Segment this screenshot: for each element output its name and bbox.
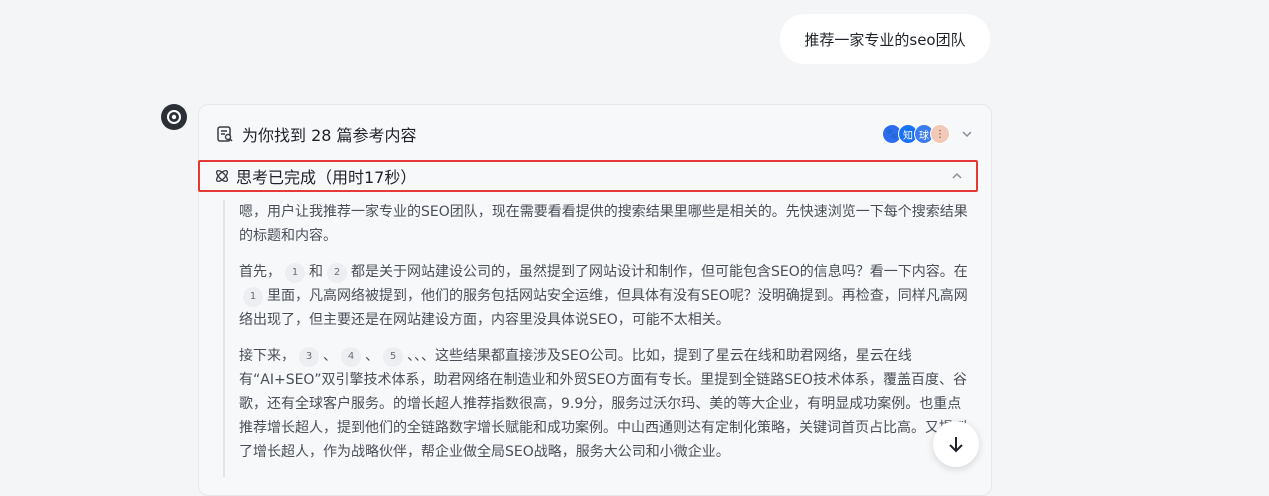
citation-badge[interactable]: 1: [243, 287, 263, 307]
citation-badge[interactable]: 4: [341, 347, 361, 367]
citation-badge[interactable]: 1: [285, 263, 305, 283]
chevron-down-icon[interactable]: [960, 127, 974, 141]
thinking-status-label: 思考已完成（用时17秒）: [236, 168, 417, 187]
references-label: 为你找到 28 篇参考内容: [242, 126, 417, 145]
references-row[interactable]: 为你找到 28 篇参考内容 🐾 知球 ⋮: [216, 116, 974, 152]
arrow-down-icon: [949, 437, 963, 453]
thinking-text: 都是关于网站建设公司的，虽然提到了网站设计和制作，但可能包含SEO的信息吗？看一…: [351, 264, 968, 280]
citation-badge[interactable]: 2: [327, 263, 347, 283]
thinking-text: 、: [323, 348, 337, 364]
more-icon: ⋮: [930, 124, 950, 144]
assistant-logo-icon: [167, 110, 181, 124]
user-message-text: 推荐一家专业的seo团队: [804, 30, 966, 49]
document-search-icon: [216, 125, 234, 143]
thinking-paragraph: 接下来， 3、 4、 5 、、、这些结果都直接涉及SEO公司。比如，提到了星云在线和助君…: [239, 344, 975, 464]
citation-badge[interactable]: 3: [299, 347, 319, 367]
thinking-text: 和: [309, 264, 323, 280]
thinking-text: 首先，: [239, 264, 281, 280]
thinking-text: 里面，凡高网络被提到，他们的服务包括网站安全运维，但具体有没有SEO呢？没明确提…: [239, 288, 968, 328]
citation-badge[interactable]: 5: [383, 347, 403, 367]
scroll-to-bottom-button[interactable]: [933, 421, 979, 467]
thinking-text: 、: [365, 348, 379, 364]
thinking-text: 接下来，: [239, 348, 295, 364]
thinking-content: 嗯，用户让我推荐一家专业的SEO团队，现在需要看看提供的搜索结果里哪些是相关的。…: [223, 200, 975, 477]
thinking-paragraph: 首先， 1 和 2 都是关于网站建设公司的，虽然提到了网站设计和制作，但可能包含SEO的…: [239, 260, 975, 332]
thinking-toggle[interactable]: 思考已完成（用时17秒）: [198, 160, 978, 192]
user-message-bubble: 推荐一家专业的seo团队: [780, 14, 990, 64]
thinking-text: 嗯，用户让我推荐一家专业的SEO团队，现在需要看看提供的搜索结果里哪些是相关的。…: [239, 204, 968, 244]
source-icons: 🐾 知球 ⋮: [882, 124, 950, 144]
atom-icon: [214, 168, 230, 184]
chevron-up-icon[interactable]: [950, 169, 964, 183]
thinking-paragraph: 嗯，用户让我推荐一家专业的SEO团队，现在需要看看提供的搜索结果里哪些是相关的。…: [239, 200, 975, 248]
assistant-avatar: [161, 104, 187, 130]
